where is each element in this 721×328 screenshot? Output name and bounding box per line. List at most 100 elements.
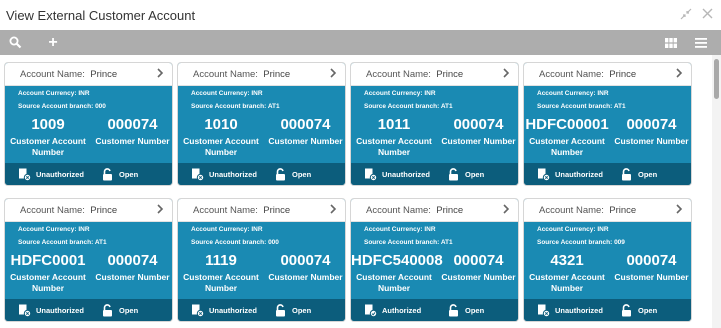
unlock-icon [446, 168, 460, 181]
account-number: 1119 [205, 252, 237, 269]
caption-line2: Number [31, 282, 65, 293]
caption-line2: Number [550, 282, 584, 293]
unlock-icon [100, 304, 114, 317]
branch-label: Source Account branch: [364, 239, 440, 246]
account-name-value: Prince [609, 69, 637, 80]
close-icon[interactable] [702, 8, 713, 23]
account-name: Account Name: Prince [539, 205, 636, 216]
branch-line: Source Account branch: AT1 [18, 239, 107, 246]
caption-line2: Number [550, 146, 584, 157]
chevron-right-icon[interactable] [329, 67, 337, 82]
minimize-icon[interactable] [680, 8, 692, 23]
open-status-text: Open [465, 170, 485, 179]
caption-line1: Customer Account [10, 136, 86, 146]
branch-value: 000 [95, 103, 106, 110]
card-body: Account Currency: INR Source Account bra… [178, 223, 345, 301]
unlock-icon [619, 304, 633, 317]
card-footer: Unauthorized Open [351, 163, 518, 185]
customer-number: 000074 [280, 116, 331, 133]
card-header[interactable]: Account Name: Prince [5, 199, 172, 222]
list-view-icon[interactable] [692, 34, 710, 51]
card-header[interactable]: Account Name: Prince [524, 199, 691, 222]
auth-status-text: Unauthorized [555, 170, 603, 179]
chevron-right-icon[interactable] [675, 67, 683, 82]
account-card[interactable]: Account Name: Prince Account Currency: I… [523, 198, 692, 322]
toolbar: + [0, 30, 721, 55]
vertical-scrollbar[interactable] [712, 55, 721, 328]
branch-line: Source Account branch: 009 [537, 239, 625, 246]
account-card[interactable]: Account Name: Prince Account Currency: I… [350, 62, 519, 186]
open-status-text: Open [638, 170, 658, 179]
window-title: View External Customer Account [6, 8, 196, 23]
account-card-grid: Account Name: Prince Account Currency: I… [4, 62, 694, 322]
branch-value: AT1 [440, 103, 453, 110]
caption-line2: Number [204, 146, 238, 157]
branch-value: 000 [268, 239, 279, 246]
branch-line: Source Account branch: AT1 [537, 103, 626, 110]
open-status: Open [273, 168, 311, 181]
card-header[interactable]: Account Name: Prince [351, 199, 518, 222]
customer-number-caption: Customer Number [441, 136, 516, 146]
account-name-label: Account Name: [193, 69, 258, 80]
auth-status-text: Unauthorized [382, 170, 430, 179]
card-body: Account Currency: INR Source Account bra… [5, 87, 172, 165]
account-name: Account Name: Prince [20, 69, 117, 80]
add-icon[interactable]: + [44, 34, 62, 51]
account-name-value: Prince [609, 205, 637, 216]
account-card[interactable]: Account Name: Prince Account Currency: I… [177, 62, 346, 186]
caption-line1: Customer Account [356, 136, 432, 146]
account-name-value: Prince [263, 205, 291, 216]
account-card[interactable]: Account Name: Prince Account Currency: I… [177, 198, 346, 322]
branch-value: AT1 [267, 103, 280, 110]
card-header[interactable]: Account Name: Prince [5, 63, 172, 86]
account-card[interactable]: Account Name: Prince Account Currency: I… [523, 62, 692, 186]
card-header[interactable]: Account Name: Prince [351, 63, 518, 86]
card-body: Account Currency: INR Source Account bra… [524, 87, 691, 165]
open-status: Open [619, 304, 657, 317]
branch-line: Source Account branch: 000 [18, 103, 106, 110]
account-name-value: Prince [436, 205, 464, 216]
account-number: 1009 [31, 116, 65, 133]
card-header[interactable]: Account Name: Prince [178, 63, 345, 86]
chevron-right-icon[interactable] [156, 67, 164, 82]
account-name-label: Account Name: [539, 69, 604, 80]
account-name: Account Name: Prince [366, 69, 463, 80]
account-number-caption: Customer Account Number [351, 272, 437, 293]
chevron-right-icon[interactable] [502, 203, 510, 218]
account-number-caption: Customer Account Number [178, 136, 264, 157]
auth-status: Unauthorized [536, 168, 603, 181]
open-status-text: Open [119, 306, 139, 315]
card-header[interactable]: Account Name: Prince [178, 199, 345, 222]
account-name-value: Prince [436, 69, 464, 80]
unlock-icon [273, 168, 287, 181]
scrollbar-thumb[interactable] [714, 59, 719, 99]
currency-label: Account Currency: [537, 90, 596, 97]
account-name-value: Prince [90, 205, 118, 216]
card-header[interactable]: Account Name: Prince [524, 63, 691, 86]
auth-status-text: Authorized [382, 306, 422, 315]
chevron-right-icon[interactable] [156, 203, 164, 218]
open-status: Open [446, 168, 484, 181]
account-card[interactable]: Account Name: Prince Account Currency: I… [4, 62, 173, 186]
chevron-right-icon[interactable] [675, 203, 683, 218]
open-status: Open [446, 304, 484, 317]
grid-view-icon[interactable] [662, 34, 680, 51]
unauthorized-icon [536, 304, 550, 317]
account-number-caption: Customer Account Number [524, 136, 610, 157]
account-card[interactable]: Account Name: Prince Account Currency: I… [4, 198, 173, 322]
auth-status-text: Unauthorized [36, 170, 84, 179]
chevron-right-icon[interactable] [502, 67, 510, 82]
account-card[interactable]: Account Name: Prince Account Currency: I… [350, 198, 519, 322]
branch-line: Source Account branch: AT1 [364, 103, 453, 110]
currency-line: Account Currency: INR [537, 90, 609, 97]
auth-status: Unauthorized [17, 168, 84, 181]
chevron-right-icon[interactable] [329, 203, 337, 218]
customer-number: 000074 [107, 116, 158, 133]
branch-label: Source Account branch: [191, 239, 267, 246]
search-icon[interactable] [6, 34, 24, 51]
account-number-caption: Customer Account Number [5, 136, 91, 157]
branch-label: Source Account branch: [191, 103, 267, 110]
title-bar: View External Customer Account [0, 0, 721, 30]
customer-number-caption: Customer Number [268, 136, 343, 146]
auth-status: Unauthorized [363, 168, 430, 181]
